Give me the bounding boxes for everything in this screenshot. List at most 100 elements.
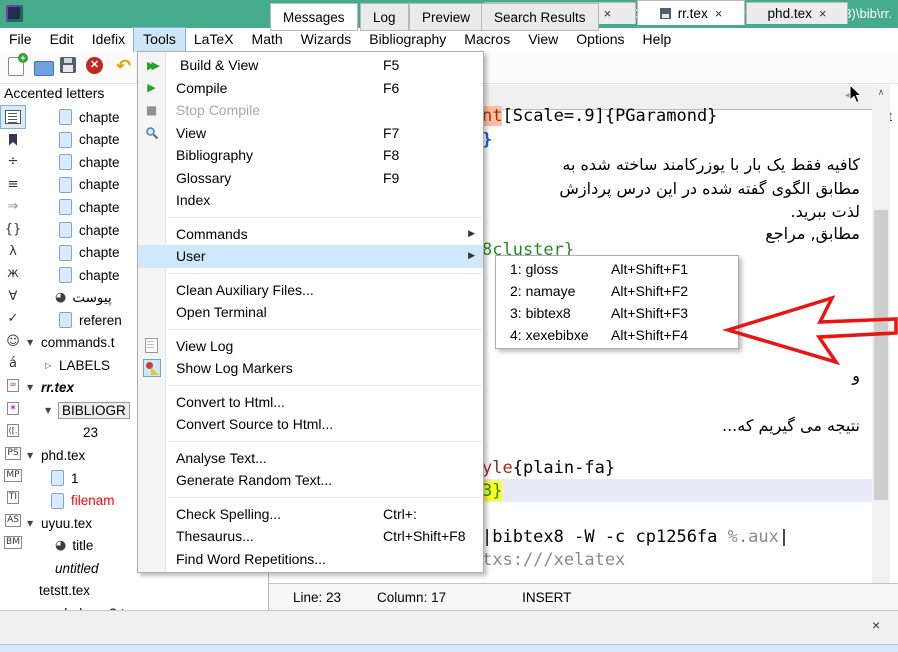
menubar-idefix[interactable]: Idefix bbox=[83, 28, 134, 52]
status-line: Line: 23 bbox=[293, 590, 341, 605]
menu-item-compile[interactable]: ▶CompileF6 bbox=[138, 77, 483, 100]
arrow-symbols-icon[interactable]: ⇒ bbox=[1, 196, 25, 218]
menu-item-commands[interactable]: Commands▶ bbox=[138, 223, 483, 246]
tab-close-icon[interactable]: × bbox=[819, 6, 827, 21]
expander-open-icon[interactable]: ▼ bbox=[27, 519, 41, 528]
cyrillic-symbols-icon[interactable]: ж bbox=[1, 263, 25, 285]
expander-closed-icon[interactable]: ▷ bbox=[45, 361, 59, 370]
menu-item-clean-auxiliary[interactable]: Clean Auxiliary Files... bbox=[138, 279, 483, 302]
misc-symbols-icon[interactable]: ☺ bbox=[1, 330, 25, 352]
editor-text-fa: نتیجه می گیریم که... bbox=[722, 416, 860, 435]
page-icon bbox=[59, 154, 72, 170]
menubar-help[interactable]: Help bbox=[634, 28, 681, 52]
close-file-button[interactable]: ✕ bbox=[86, 57, 106, 77]
accented-letters-icon[interactable]: á bbox=[1, 352, 25, 374]
new-file-button[interactable]: + bbox=[8, 57, 28, 77]
log-markers-icon bbox=[138, 360, 165, 376]
page-icon bbox=[59, 109, 72, 125]
infinity-symbols-icon[interactable]: ∞ bbox=[1, 375, 25, 397]
menu-bar: File Edit Idefix Tools LaTeX Math Wizard… bbox=[0, 28, 898, 52]
page-icon bbox=[59, 222, 72, 238]
bookmarks-panel-icon[interactable] bbox=[1, 128, 25, 150]
relation-symbols-icon[interactable]: ≡ bbox=[1, 173, 25, 195]
close-panel-icon[interactable]: × bbox=[872, 617, 880, 633]
greek-symbols-icon[interactable]: λ bbox=[1, 240, 25, 262]
undo-button[interactable]: ↶ bbox=[116, 57, 136, 77]
bm-panel-icon[interactable]: BM bbox=[1, 531, 25, 553]
tools-menu: ▶▶Build & ViewF5 ▶CompileF6 ■Stop Compil… bbox=[137, 51, 484, 573]
tab-search-results[interactable]: Search Results bbox=[481, 3, 599, 31]
menu-item-view[interactable]: ViewF7 bbox=[138, 122, 483, 145]
logic-symbols-icon[interactable]: ∀ bbox=[1, 285, 25, 307]
compile-icon: ▶ bbox=[138, 81, 165, 94]
ps-panel-icon[interactable]: PS bbox=[1, 442, 25, 464]
mp-panel-icon[interactable]: MP bbox=[1, 464, 25, 486]
menubar-bibliography[interactable]: Bibliography bbox=[360, 28, 455, 52]
status-column: Column: 17 bbox=[377, 590, 446, 605]
expander-open-icon[interactable]: ▼ bbox=[27, 451, 41, 460]
menubar-file[interactable]: File bbox=[0, 28, 41, 52]
menu-item-bibliography[interactable]: BibliographyF8 bbox=[138, 144, 483, 167]
bracket-symbols-icon[interactable]: ([. bbox=[1, 419, 25, 441]
menubar-latex[interactable]: LaTeX bbox=[185, 28, 243, 52]
tab-log[interactable]: Log bbox=[360, 3, 409, 31]
menu-item-open-terminal[interactable]: Open Terminal bbox=[138, 301, 483, 324]
panel-title: Accented letters bbox=[4, 85, 104, 101]
menubar-wizards[interactable]: Wizards bbox=[292, 28, 361, 52]
menubar-edit[interactable]: Edit bbox=[41, 28, 83, 52]
app-window: C:\Users\shm\Desktop\New folder (13)\bib… bbox=[0, 0, 898, 652]
menu-item-view-log[interactable]: View Log bbox=[138, 335, 483, 358]
submenu-item-xexebibxe[interactable]: 4: xexebibxeAlt+Shift+F4 bbox=[496, 324, 738, 346]
status-mode: INSERT bbox=[522, 590, 571, 605]
menu-separator bbox=[168, 329, 481, 330]
menu-separator bbox=[168, 497, 481, 498]
page-icon bbox=[51, 493, 64, 509]
menu-item-find-word-repetitions[interactable]: Find Word Repetitions... bbox=[138, 548, 483, 571]
scroll-up-icon[interactable]: ∧ bbox=[872, 85, 890, 102]
menu-item-user[interactable]: User▶ bbox=[138, 245, 483, 268]
structure-panel-icon[interactable] bbox=[1, 106, 25, 128]
submenu-item-namaye[interactable]: 2: namayeAlt+Shift+F2 bbox=[496, 280, 738, 302]
expander-open-icon[interactable]: ▼ bbox=[45, 406, 59, 415]
tab-messages[interactable]: Messages bbox=[270, 3, 358, 31]
tab-close-icon[interactable]: × bbox=[715, 6, 723, 21]
menubar-tools[interactable]: Tools bbox=[134, 28, 185, 52]
submenu-item-gloss[interactable]: 1: glossAlt+Shift+F1 bbox=[496, 258, 738, 280]
ti-panel-icon[interactable]: TI bbox=[1, 487, 25, 509]
menu-separator bbox=[168, 217, 481, 218]
submenu-item-bibtex8[interactable]: 3: bibtex8Alt+Shift+F3 bbox=[496, 302, 738, 324]
menubar-math[interactable]: Math bbox=[243, 28, 292, 52]
menu-item-show-log-markers[interactable]: Show Log Markers bbox=[138, 357, 483, 380]
menu-item-check-spelling[interactable]: Check Spelling...Ctrl+: bbox=[138, 503, 483, 526]
menu-item-build-view[interactable]: ▶▶Build & ViewF5 bbox=[138, 54, 483, 77]
tab-close-icon[interactable]: × bbox=[604, 6, 612, 21]
tab-preview[interactable]: Preview bbox=[409, 3, 483, 31]
expander-open-icon[interactable]: ▼ bbox=[27, 383, 41, 392]
brace-symbols-icon[interactable]: {} bbox=[1, 218, 25, 240]
menu-item-generate-random-text[interactable]: Generate Random Text... bbox=[138, 469, 483, 492]
menubar-macros[interactable]: Macros bbox=[455, 28, 519, 52]
menu-item-convert-source-to-html[interactable]: Convert Source to Html... bbox=[138, 413, 483, 436]
check-symbols-icon[interactable]: ✓ bbox=[1, 308, 25, 330]
menubar-options[interactable]: Options bbox=[567, 28, 633, 52]
include-icon: ◕ bbox=[55, 290, 66, 305]
tab-phd-tex[interactable]: phd.tex× bbox=[746, 2, 848, 24]
tree-row[interactable]: tetstt.tex bbox=[25, 579, 268, 602]
menubar-view[interactable]: View bbox=[519, 28, 567, 52]
menu-item-analyse-text[interactable]: Analyse Text... bbox=[138, 447, 483, 470]
menu-item-glossary[interactable]: GlossaryF9 bbox=[138, 167, 483, 190]
division-symbols-icon[interactable]: ÷ bbox=[1, 151, 25, 173]
save-button[interactable] bbox=[60, 57, 80, 77]
build-view-icon: ▶▶ bbox=[138, 59, 165, 72]
as-panel-icon[interactable]: AS bbox=[1, 509, 25, 531]
menu-item-thesaurus[interactable]: Thesaurus...Ctrl+Shift+F8 bbox=[138, 525, 483, 548]
red-arrow-annotation bbox=[720, 288, 898, 370]
menu-item-index[interactable]: Index bbox=[138, 189, 483, 212]
open-file-button[interactable] bbox=[34, 57, 54, 77]
tab-rr-tex[interactable]: rr.tex× bbox=[637, 0, 745, 25]
asterisk-symbols-icon[interactable]: ∗ bbox=[1, 397, 25, 419]
page-icon bbox=[51, 470, 64, 486]
expander-open-icon[interactable]: ▼ bbox=[27, 338, 41, 347]
menu-item-convert-to-html[interactable]: Convert to Html... bbox=[138, 391, 483, 414]
current-line-highlight bbox=[482, 479, 872, 502]
